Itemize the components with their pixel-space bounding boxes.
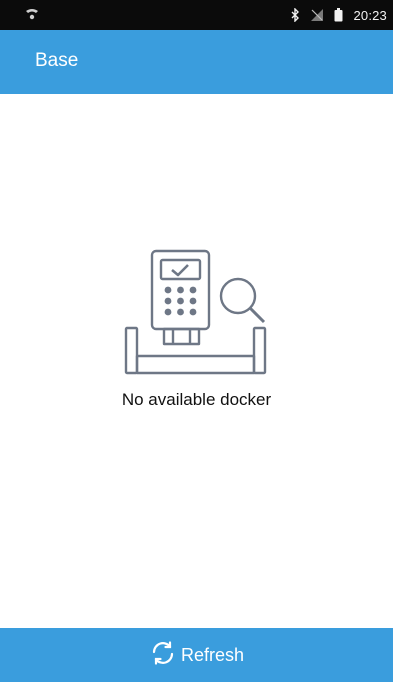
battery-icon xyxy=(334,8,343,22)
pos-terminal-icon xyxy=(150,249,211,346)
search-icon xyxy=(219,277,266,324)
no-signal-icon xyxy=(310,8,324,22)
refresh-button-label: Refresh xyxy=(180,644,245,665)
status-icons: 20:23 xyxy=(291,0,387,30)
content-area: No available docker xyxy=(0,94,393,628)
refresh-button-content: Refresh xyxy=(149,639,244,672)
pos-terminal-dock-search-illustration xyxy=(118,246,278,381)
app-bar: Base xyxy=(0,30,393,94)
empty-state-message: No available docker xyxy=(121,390,272,409)
status-bar: 20:23 xyxy=(0,0,393,30)
bluetooth-icon xyxy=(291,8,300,22)
status-time: 20:23 xyxy=(353,7,387,23)
notification-icon xyxy=(24,8,40,22)
page-title: Base xyxy=(35,50,79,71)
refresh-icon xyxy=(149,639,177,672)
screen: 20:23 Base No available docker Refresh xyxy=(0,0,393,682)
refresh-button[interactable]: Refresh xyxy=(0,628,393,682)
dock-icon xyxy=(124,326,267,375)
